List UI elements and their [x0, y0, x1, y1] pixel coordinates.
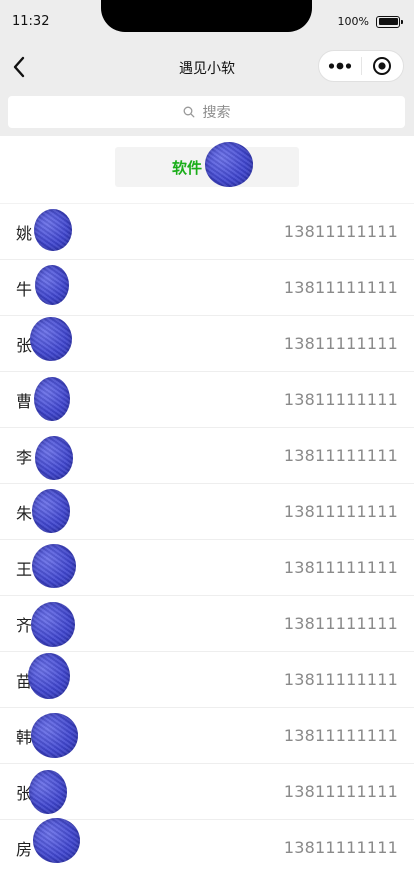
status-right: 100% — [337, 15, 403, 28]
redaction-blob — [29, 770, 67, 814]
mini-program-capsule — [318, 50, 404, 82]
contact-phone: 13811111111 — [283, 390, 398, 409]
contact-phone: 13811111111 — [283, 222, 398, 241]
redaction-blob — [33, 818, 80, 863]
contact-phone: 13811111111 — [283, 614, 398, 633]
contact-name: 牛 — [16, 279, 33, 299]
target-circle-icon — [373, 57, 392, 75]
contact-name: 韩 — [16, 727, 33, 747]
contact-name: 曹 — [16, 391, 33, 411]
redaction-blob — [205, 142, 253, 187]
redaction-blob — [31, 713, 78, 758]
redaction-blob — [32, 489, 70, 533]
contact-phone: 13811111111 — [283, 278, 398, 297]
contact-name: 朱 — [16, 503, 33, 523]
contact-name: 齐 — [16, 615, 33, 635]
contact-row-inner: 朱 13811111111 — [16, 484, 398, 539]
battery-icon — [376, 15, 403, 28]
contact-phone: 13811111111 — [283, 558, 398, 577]
redaction-blob — [32, 544, 76, 588]
redaction-blob — [34, 209, 72, 251]
contact-name: 王 — [16, 559, 33, 579]
search-input[interactable]: 搜索 — [8, 96, 405, 128]
contact-phone: 13811111111 — [283, 726, 398, 745]
more-button[interactable] — [319, 51, 361, 81]
redaction-blob — [35, 265, 69, 305]
contact-name: 李 — [16, 447, 33, 467]
search-icon — [183, 105, 197, 119]
redaction-blob — [28, 653, 70, 699]
more-dots-icon — [328, 62, 352, 70]
top-bar: 11:32 100% 遇见小软 搜索 — [0, 0, 414, 136]
contact-phone: 13811111111 — [283, 446, 398, 465]
search-placeholder: 搜索 — [202, 105, 231, 121]
contact-name: 姚 — [16, 223, 33, 243]
battery-fill — [378, 18, 398, 25]
contact-row-inner: 苗 13811111111 — [16, 652, 398, 707]
redaction-blob — [31, 602, 75, 647]
redaction-blob — [30, 317, 72, 361]
status-time: 11:32 — [12, 14, 50, 29]
contact-phone: 13811111111 — [283, 670, 398, 689]
device-notch — [101, 0, 312, 32]
contact-row-inner: 姚 13811111111 — [16, 204, 398, 259]
contact-phone: 13811111111 — [283, 782, 398, 801]
contact-row-inner: 李 13811111111 — [16, 428, 398, 483]
contact-row-inner: 曹 13811111111 — [16, 372, 398, 427]
close-button[interactable] — [362, 51, 403, 81]
contact-list: 姚 13811111111 牛 13811111111 张 13811111111 曹 138… — [0, 203, 414, 875]
contact-row-inner: 牛 13811111111 — [16, 260, 398, 315]
redaction-blob — [34, 377, 70, 421]
redaction-blob — [35, 436, 73, 480]
contact-phone: 13811111111 — [283, 838, 398, 857]
contact-name: 房 — [16, 839, 33, 859]
contact-phone: 13811111111 — [283, 334, 398, 353]
contact-row-inner: 张 13811111111 — [16, 764, 398, 819]
battery-percent: 100% — [337, 15, 369, 28]
contact-row-inner: 张 13811111111 — [16, 316, 398, 371]
contact-phone: 13811111111 — [283, 502, 398, 521]
